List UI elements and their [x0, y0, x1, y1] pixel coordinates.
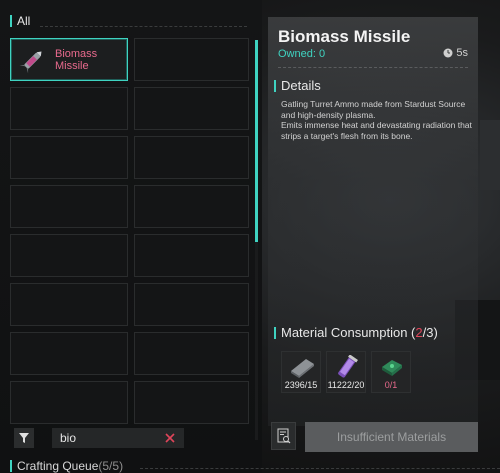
item-list-panel: All Biomass Missile bio	[0, 0, 262, 473]
material-quantity: 0/1	[384, 380, 398, 390]
item-slot-empty[interactable]	[10, 87, 128, 130]
queue-count: (5/5)	[98, 459, 124, 473]
item-title: Biomass Missile	[278, 27, 411, 46]
material-quantity: 11222/20	[327, 380, 365, 390]
item-slot-empty[interactable]	[10, 185, 128, 228]
background-decor	[480, 120, 500, 190]
owned-value: 0	[318, 48, 326, 60]
item-slot-empty[interactable]	[134, 332, 249, 375]
divider	[140, 468, 500, 469]
queue-search-icon	[277, 428, 290, 444]
materials-total: /3)	[422, 325, 438, 340]
description-line: Gatling Turret Ammo made from Stardust S…	[281, 99, 466, 120]
owned-count: Owned: 0	[278, 48, 325, 60]
search-value: bio	[60, 431, 77, 445]
item-description: Gatling Turret Ammo made from Stardust S…	[281, 99, 476, 141]
accent-marker	[10, 460, 12, 472]
divider	[278, 67, 468, 68]
craft-button[interactable]: Insufficient Materials	[305, 422, 478, 452]
material-slot[interactable]: 2396/15	[281, 351, 321, 393]
divider	[40, 26, 247, 27]
material-list: 2396/15 11222/20 0/1	[281, 351, 411, 393]
view-queue-button[interactable]	[271, 422, 296, 450]
craft-time: 5s	[443, 47, 468, 59]
item-slot-empty[interactable]	[134, 38, 249, 81]
steel-plate-icon	[291, 359, 314, 378]
item-slot-empty[interactable]	[134, 283, 249, 326]
crafting-screen: All Biomass Missile bio Crafting Queue (…	[0, 0, 500, 473]
accent-marker	[10, 15, 12, 27]
item-slot-empty[interactable]	[10, 332, 128, 375]
missile-icon	[19, 51, 42, 73]
category-tab-all[interactable]: All	[10, 14, 30, 28]
materials-title-text: Material Consumption (	[281, 325, 416, 340]
accent-marker	[274, 79, 276, 92]
item-slot-empty[interactable]	[134, 87, 249, 130]
action-row: Insufficient Materials	[268, 422, 478, 455]
details-header: Details	[274, 78, 321, 93]
description-line: Emits immense heat and devastating radia…	[281, 120, 472, 141]
item-slot-empty[interactable]	[10, 136, 128, 179]
materials-have-count: 2	[415, 325, 423, 340]
item-slot-empty[interactable]	[134, 381, 249, 424]
item-slot-empty[interactable]	[10, 381, 128, 424]
clock-icon	[443, 48, 453, 58]
item-slot-empty[interactable]	[10, 234, 128, 277]
item-name: Biomass Missile	[55, 47, 98, 72]
search-input[interactable]: bio	[52, 428, 184, 448]
materials-header: Material Consumption (2/3)	[274, 325, 438, 340]
item-slot-empty[interactable]	[134, 185, 249, 228]
item-slot-biomass-missile[interactable]: Biomass Missile	[10, 38, 128, 81]
material-slot[interactable]: 11222/20	[326, 351, 366, 393]
item-slot-empty[interactable]	[134, 136, 249, 179]
filter-button[interactable]	[14, 428, 34, 448]
item-slot-empty[interactable]	[134, 234, 249, 277]
item-slot-empty[interactable]	[10, 283, 128, 326]
owned-label: Owned:	[278, 48, 316, 60]
funnel-icon	[19, 433, 29, 443]
close-icon[interactable]	[162, 430, 178, 446]
section-title: Details	[281, 78, 321, 93]
queue-label: Crafting Queue	[17, 459, 99, 473]
item-grid: Biomass Missile	[10, 38, 250, 424]
green-cartridge-icon	[382, 360, 402, 376]
material-quantity: 2396/15	[284, 380, 318, 390]
accent-marker	[274, 326, 276, 339]
category-label: All	[17, 14, 31, 28]
plasma-vial-icon	[338, 355, 358, 378]
craft-time-value: 5s	[456, 47, 468, 59]
scrollbar-thumb[interactable]	[255, 40, 258, 242]
materials-title: Material Consumption (2/3)	[281, 325, 438, 340]
material-slot[interactable]: 0/1	[371, 351, 411, 393]
clear-search-icon	[165, 433, 175, 443]
item-detail-panel: Biomass Missile Owned: 0 5s Details Gatl…	[268, 17, 478, 457]
detail-card: Biomass Missile Owned: 0 5s Details Gatl…	[268, 17, 478, 426]
crafting-queue-header[interactable]: Crafting Queue (5/5)	[10, 459, 123, 473]
